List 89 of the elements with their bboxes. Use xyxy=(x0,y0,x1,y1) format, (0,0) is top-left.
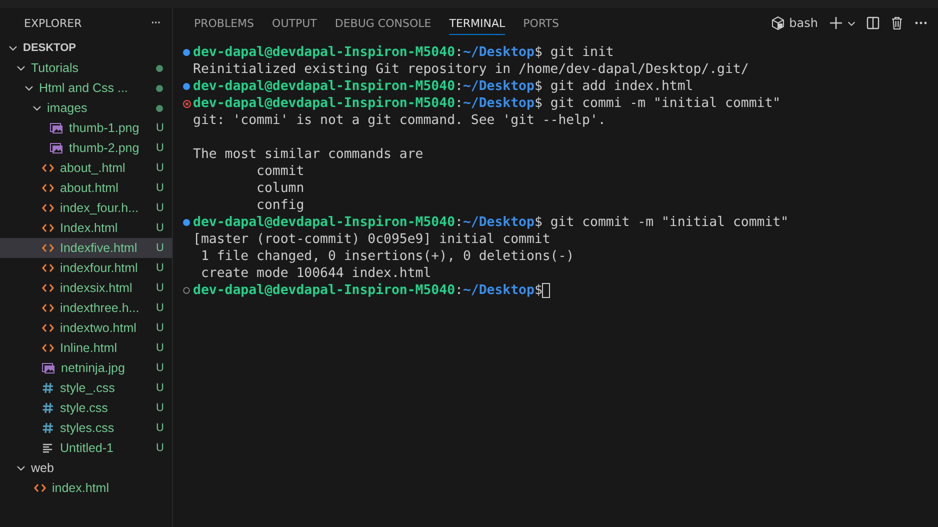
terminal-output-line: 1 file changed, 0 insertions(+), 0 deletions(-) xyxy=(200,248,574,265)
image-file-icon xyxy=(42,362,55,374)
code-brackets-icon xyxy=(42,183,54,193)
code-brackets-icon xyxy=(42,263,54,273)
terminal-output-line: Reinitialized existing Git repository in /home/dev-dapal/Desktop/.git/ xyxy=(193,61,749,78)
file-row[interactable]: styles.css U xyxy=(0,418,172,438)
split-terminal-button[interactable] xyxy=(864,14,882,32)
file-row[interactable]: indexfour.html U xyxy=(0,258,172,278)
git-status-label: U xyxy=(155,242,165,254)
code-brackets-icon xyxy=(42,343,54,353)
git-status-label: U xyxy=(155,282,165,294)
file-row[interactable]: thumb-2.png U xyxy=(0,138,172,158)
folder-row[interactable]: Html and Css ... xyxy=(0,78,172,98)
success-dot-icon xyxy=(183,219,190,226)
image-file-icon xyxy=(50,122,63,134)
git-status-label: U xyxy=(155,122,165,134)
file-row[interactable]: index_four.h... U xyxy=(0,198,172,218)
panel-tab[interactable]: PORTS xyxy=(523,12,559,34)
terminal-prompt-line: dev-dapal@devdapal-Inspiron-M5040:~/Desktop$ git commit -m "initial commit" xyxy=(193,214,789,231)
git-status-label: U xyxy=(155,142,165,154)
code-brackets-icon xyxy=(42,243,54,253)
hash-icon xyxy=(42,422,54,434)
git-status-label: U xyxy=(155,202,165,214)
terminal-output-line: create mode 100644 index.html xyxy=(200,265,432,282)
folder-row[interactable]: images xyxy=(0,98,172,118)
terminal-prompt-line: dev-dapal@devdapal-Inspiron-M5040:~/Desktop$ xyxy=(193,282,542,299)
code-brackets-icon xyxy=(34,483,46,493)
git-status-label: U xyxy=(155,322,165,334)
terminal-output-line: The most similar commands are xyxy=(193,146,424,163)
git-status-label: U xyxy=(155,422,165,434)
git-status-label: U xyxy=(155,222,165,234)
file-row[interactable]: indextwo.html U xyxy=(0,318,172,338)
code-brackets-icon xyxy=(42,283,54,293)
image-file-icon xyxy=(50,142,63,154)
terminal-output-line: git: 'commi' is not a git command. See 'git --help'. xyxy=(193,112,606,129)
git-status-label: U xyxy=(155,262,165,274)
terminal-prompt-line: dev-dapal@devdapal-Inspiron-M5040:~/Desktop$ git commi -m "initial commit" xyxy=(193,95,781,112)
git-status-label: U xyxy=(155,442,165,454)
file-row[interactable]: index.html xyxy=(0,478,172,498)
file-row[interactable]: Untitled-1 U xyxy=(0,438,172,458)
git-status-label: U xyxy=(155,382,165,394)
terminal-output-line: column xyxy=(256,180,304,197)
code-brackets-icon xyxy=(42,303,54,313)
folder-row[interactable]: Tutorials xyxy=(0,58,172,78)
chevron-down-icon[interactable] xyxy=(16,463,26,473)
terminal-cube-icon xyxy=(771,16,786,30)
error-circle-icon xyxy=(183,100,191,108)
file-row[interactable]: Index.html U xyxy=(0,218,172,238)
git-status-label: U xyxy=(155,302,165,314)
folder-row[interactable]: web xyxy=(0,458,172,478)
success-dot-icon xyxy=(183,83,190,90)
git-status-label: U xyxy=(155,162,165,174)
terminal-prompt-line: dev-dapal@devdapal-Inspiron-M5040:~/Desktop$ git init xyxy=(193,44,614,61)
text-lines-icon xyxy=(42,443,54,453)
shell-selector[interactable]: bash xyxy=(768,14,821,32)
code-brackets-icon xyxy=(42,163,54,173)
code-brackets-icon xyxy=(42,203,54,213)
file-row[interactable]: about.html U xyxy=(0,178,172,198)
more-actions-button[interactable]: ··· xyxy=(150,16,160,30)
file-row[interactable]: Indexfive.html U xyxy=(0,238,172,258)
file-row[interactable]: style.css U xyxy=(0,398,172,418)
hash-icon xyxy=(42,402,54,414)
file-row[interactable]: indexsix.html U xyxy=(0,278,172,298)
success-dot-icon xyxy=(183,49,190,56)
code-brackets-icon xyxy=(42,223,54,233)
git-status-label: U xyxy=(155,182,165,194)
panel-tab[interactable]: TERMINAL xyxy=(449,12,506,34)
file-row[interactable]: thumb-1.png U xyxy=(0,118,172,138)
git-status-label: U xyxy=(155,362,165,374)
panel-tab[interactable]: OUTPUT xyxy=(272,12,317,34)
terminal-prompt-line: dev-dapal@devdapal-Inspiron-M5040:~/Desktop$ git add index.html xyxy=(193,78,694,95)
file-row[interactable]: Inline.html U xyxy=(0,338,172,358)
code-brackets-icon xyxy=(42,323,54,333)
terminal-output-line: config xyxy=(256,197,304,214)
empty-circle-icon xyxy=(183,287,190,294)
file-row[interactable]: netninja.jpg U xyxy=(0,358,172,378)
panel-tab[interactable]: DEBUG CONSOLE xyxy=(334,12,432,34)
folder-row[interactable]: DESKTOP xyxy=(0,38,172,58)
file-row[interactable]: about_.html U xyxy=(0,158,172,178)
git-status-label: U xyxy=(155,342,165,354)
hash-icon xyxy=(42,382,54,394)
explorer-title: EXPLORER xyxy=(24,16,82,30)
terminal-output-line: commit xyxy=(256,163,304,180)
new-terminal-button[interactable] xyxy=(827,14,845,32)
git-status-label: U xyxy=(155,402,165,414)
file-row[interactable]: indexthree.h... U xyxy=(0,298,172,318)
terminal-output-line: [master (root-commit) 0c095e9] initial commit xyxy=(193,231,550,248)
panel-tab[interactable]: PROBLEMS xyxy=(194,12,254,34)
file-row[interactable]: style_.css U xyxy=(0,378,172,398)
